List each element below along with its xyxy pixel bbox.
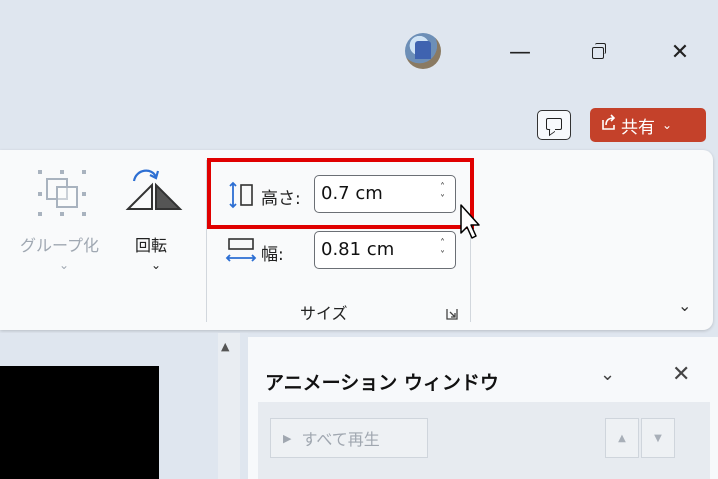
shape-width-icon — [225, 236, 257, 266]
pane-options-chevron-icon[interactable]: ⌄ — [600, 364, 615, 385]
pane-close-icon[interactable]: ✕ — [672, 362, 690, 387]
share-chevron-icon: ⌄ — [662, 118, 673, 132]
width-value: 0.81 cm — [321, 239, 395, 260]
move-down-button[interactable]: ▼ — [641, 418, 675, 458]
minimize-button[interactable]: — — [500, 38, 540, 68]
share-icon — [600, 114, 617, 136]
rotate-icon[interactable] — [124, 165, 184, 215]
comments-button[interactable] — [537, 110, 571, 140]
slide-thumbnail[interactable] — [0, 366, 159, 479]
move-up-button[interactable]: ▲ — [605, 418, 639, 458]
animation-pane-title: アニメーション ウィンドウ — [265, 372, 499, 394]
rotate-button-label[interactable]: 回転 — [135, 232, 167, 256]
scroll-up-icon[interactable]: ▲ — [221, 340, 229, 353]
width-spinner-icon[interactable]: ˄ ˅ — [440, 238, 445, 262]
width-input[interactable]: 0.81 cm ˄ ˅ — [314, 231, 456, 269]
close-window-button[interactable]: ✕ — [660, 38, 700, 68]
share-button[interactable]: 共有 ⌄ — [590, 108, 706, 142]
restore-icon — [592, 43, 606, 59]
restore-button[interactable] — [578, 38, 618, 68]
mouse-cursor-icon — [458, 203, 484, 243]
group-button-label[interactable]: グループ化 — [20, 232, 99, 256]
group-chevron-icon[interactable]: ⌄ — [59, 258, 69, 272]
size-group-label: サイズ — [300, 304, 348, 323]
play-all-label: すべて再生 — [301, 430, 380, 449]
user-avatar[interactable] — [405, 33, 441, 69]
dialog-launcher-icon[interactable] — [445, 306, 459, 320]
highlight-box — [207, 158, 474, 229]
collapse-ribbon-chevron-icon[interactable]: ⌄ — [678, 296, 691, 315]
group-icon[interactable] — [38, 170, 86, 216]
play-icon: ▶ — [283, 431, 292, 445]
comment-icon — [546, 118, 562, 130]
share-label: 共有 — [621, 117, 655, 138]
vertical-scrollbar[interactable] — [218, 333, 240, 479]
rotate-chevron-icon[interactable]: ⌄ — [151, 258, 161, 272]
play-all-button[interactable]: ▶ すべて再生 — [270, 418, 428, 458]
width-label: 幅: — [261, 245, 284, 265]
